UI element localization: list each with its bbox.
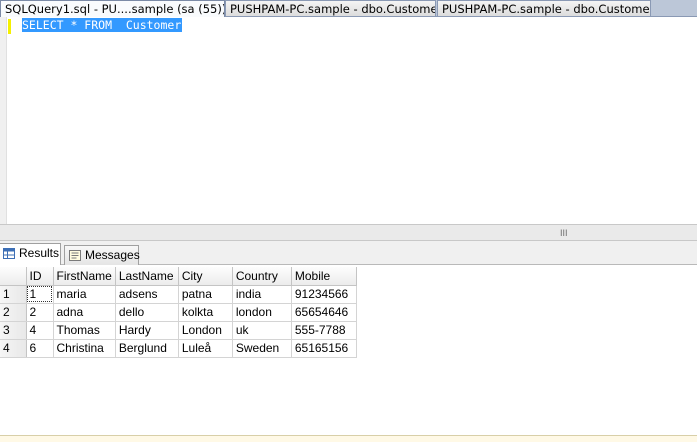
cell-city[interactable]: patna [178, 285, 233, 304]
cell-country[interactable]: Sweden [232, 339, 292, 358]
results-tab-bar: Results Messages [0, 241, 697, 266]
table-row[interactable]: 1 1 maria adsens patna india 91234566 [0, 285, 357, 304]
column-header-mobile[interactable]: Mobile [291, 267, 357, 286]
column-header-firstname[interactable]: FirstName [53, 267, 116, 286]
query-editor[interactable]: SELECT * FROM Customer [0, 17, 697, 224]
row-number[interactable]: 1 [0, 285, 27, 304]
cell-id[interactable]: 4 [26, 321, 54, 340]
tab-messages-label: Messages [85, 248, 140, 262]
selected-query-text[interactable]: SELECT * FROM Customer [22, 18, 183, 32]
cell-lastname[interactable]: Hardy [115, 321, 179, 340]
cell-country[interactable]: uk [232, 321, 292, 340]
row-number[interactable]: 3 [0, 321, 27, 340]
tab-results[interactable]: Results [0, 243, 61, 266]
cell-mobile[interactable]: 65165156 [291, 339, 357, 358]
editor-splitter[interactable]: III [0, 224, 697, 241]
table-row[interactable]: 2 2 adna dello kolkta london 65654646 [0, 303, 357, 322]
cell-mobile[interactable]: 555-7788 [291, 321, 357, 340]
cell-mobile[interactable]: 91234566 [291, 285, 357, 304]
cell-id[interactable]: 2 [26, 303, 54, 322]
cell-country[interactable]: india [232, 285, 292, 304]
cell-firstname[interactable]: Thomas [53, 321, 116, 340]
tab-label: SQLQuery1.sql - PU....sample (sa (55))* [5, 2, 225, 16]
splitter-grip-icon[interactable]: III [560, 228, 568, 238]
table-row[interactable]: 3 4 Thomas Hardy London uk 555-7788 [0, 321, 357, 340]
tab-sqlquery1[interactable]: SQLQuery1.sql - PU....sample (sa (55))* [0, 0, 225, 17]
cell-city[interactable]: kolkta [178, 303, 233, 322]
cell-city[interactable]: London [178, 321, 233, 340]
cell-firstname[interactable]: adna [53, 303, 116, 322]
results-grid: ID FirstName LastName City Country Mobil… [0, 267, 357, 358]
cell-id[interactable]: 6 [26, 339, 54, 358]
cell-lastname[interactable]: adsens [115, 285, 179, 304]
cell-id[interactable]: 1 [26, 285, 54, 304]
tab-customer-2[interactable]: PUSHPAM-PC.sample - dbo.Customer [437, 0, 651, 16]
row-number[interactable]: 4 [0, 339, 27, 358]
results-grid-area: ID FirstName LastName City Country Mobil… [0, 265, 697, 435]
cell-firstname[interactable]: maria [53, 285, 116, 304]
tab-label: PUSHPAM-PC.sample - dbo.Customer [230, 2, 436, 16]
tab-messages[interactable]: Messages [64, 245, 140, 266]
editor-gutter [0, 17, 7, 224]
tab-results-label: Results [19, 246, 60, 260]
table-row[interactable]: 4 6 Christina Berglund Luleå Sweden 6516… [0, 339, 357, 358]
tab-customer-1[interactable]: PUSHPAM-PC.sample - dbo.Customer [225, 0, 436, 16]
cell-mobile[interactable]: 65654646 [291, 303, 357, 322]
column-header-country[interactable]: Country [232, 267, 292, 286]
document-tab-strip: SQLQuery1.sql - PU....sample (sa (55))* … [0, 0, 697, 17]
change-tracking-bar [8, 19, 11, 34]
query-status-bar [0, 435, 697, 442]
tab-label: PUSHPAM-PC.sample - dbo.Customer [442, 2, 651, 16]
column-header-city[interactable]: City [178, 267, 233, 286]
cell-lastname[interactable]: dello [115, 303, 179, 322]
cell-country[interactable]: london [232, 303, 292, 322]
column-header-id[interactable]: ID [26, 267, 54, 286]
grid-header-row: ID FirstName LastName City Country Mobil… [0, 267, 357, 286]
row-header-corner[interactable] [0, 267, 27, 286]
column-header-lastname[interactable]: LastName [115, 267, 179, 286]
grid-icon [3, 248, 15, 259]
cell-firstname[interactable]: Christina [53, 339, 116, 358]
cell-city[interactable]: Luleå [178, 339, 233, 358]
row-number[interactable]: 2 [0, 303, 27, 322]
cell-lastname[interactable]: Berglund [115, 339, 179, 358]
messages-icon [69, 250, 81, 261]
